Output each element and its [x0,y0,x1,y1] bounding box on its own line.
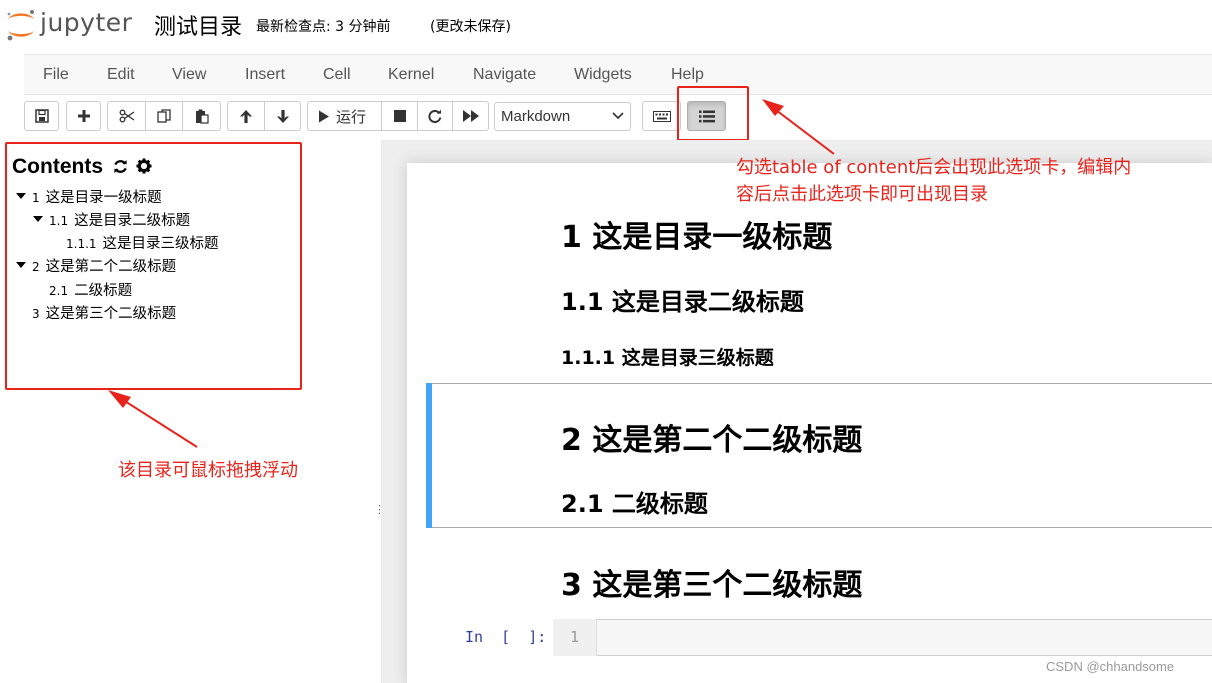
annotation-arrows [108,99,835,448]
arrow-to-toc-panel [108,390,198,448]
arrow-to-toc-button [762,99,835,155]
toc-button-annotation: 勾选table of content后会出现此选项卡，编辑内 容后点击此选项卡即… [736,157,1132,205]
watermark: CSDN @chhandsome [1046,659,1175,674]
toc-panel-annotation: 该目录可鼠标拖拽浮动 [118,460,298,481]
